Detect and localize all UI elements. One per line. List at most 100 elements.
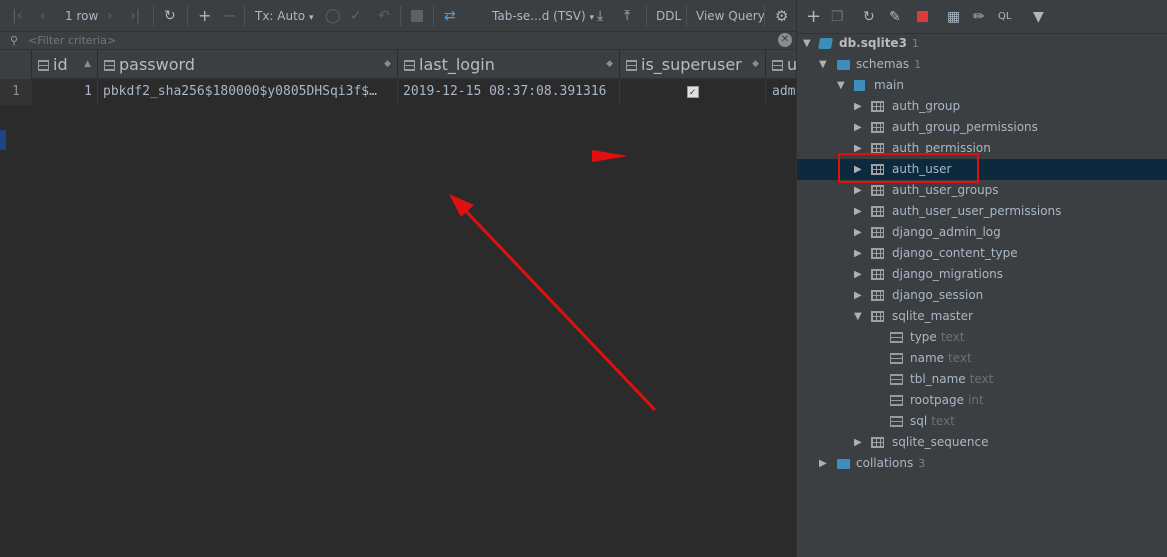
chevron-down-icon[interactable]: ▼	[803, 33, 811, 54]
column-name: name	[910, 351, 945, 365]
annotation-highlight-box	[838, 153, 979, 183]
tree-table-item[interactable]: ▶ django_content_type	[797, 243, 1167, 264]
table-name: auth_group_permissions	[892, 120, 1038, 134]
tree-table-item[interactable]: ▶ django_migrations	[797, 264, 1167, 285]
chevron-down-icon[interactable]: ▼	[819, 54, 827, 75]
database-count: 1	[911, 37, 919, 50]
table-icon	[871, 185, 884, 196]
database-name: db.sqlite3	[839, 36, 907, 50]
table-view-icon[interactable]: ▦	[947, 0, 960, 34]
schemas-label: schemas	[856, 57, 910, 71]
tree-table-item[interactable]: ▶ auth_group_permissions	[797, 117, 1167, 138]
schema-icon	[854, 80, 865, 91]
red-arrow-head-right	[592, 150, 628, 162]
column-entry: tbl_name text	[910, 369, 993, 390]
filter-icon[interactable]: ▼	[1033, 0, 1044, 34]
column-name: type	[910, 330, 937, 344]
column-type: text	[948, 351, 972, 365]
column-entry: sql text	[910, 411, 955, 432]
refresh-icon[interactable]: ↻	[863, 0, 875, 34]
duplicate-icon[interactable]: ❐	[831, 0, 844, 34]
database-icon	[818, 38, 833, 49]
edit-icon[interactable]: ✏	[973, 0, 985, 34]
table-icon	[871, 311, 884, 322]
column-entry: name text	[910, 348, 972, 369]
table-icon	[871, 269, 884, 280]
column-entry: rootpage int	[910, 390, 984, 411]
table-name: auth_user_groups	[892, 183, 999, 197]
tree-table-item[interactable]: ▶ auth_group	[797, 96, 1167, 117]
folder-icon	[837, 60, 850, 70]
table-icon	[871, 122, 884, 133]
chevron-down-icon[interactable]: ▼	[837, 75, 845, 96]
tree-column-item[interactable]: type text	[797, 327, 1167, 348]
tree-schema-main[interactable]: ▼ main	[797, 75, 1167, 96]
table-icon	[871, 206, 884, 217]
console-icon[interactable]: QL	[998, 0, 1011, 34]
column-type: text	[969, 372, 994, 386]
column-name: sql	[910, 414, 928, 428]
table-name: django_admin_log	[892, 225, 1001, 239]
data-editor-panel: |‹ ‹ 1 row › ›| ↻ + − Tx: Auto ▾ ◯ ✓ ↶ ⇄…	[0, 0, 796, 557]
table-icon	[871, 227, 884, 238]
table-name: django_session	[892, 288, 984, 302]
column-type: int	[968, 393, 984, 407]
table-name: sqlite_sequence	[892, 435, 989, 449]
folder-icon	[837, 459, 850, 469]
tree-schemas[interactable]: ▼ schemas 1	[797, 54, 1167, 75]
chevron-right-icon[interactable]: ▶	[819, 453, 827, 474]
chevron-right-icon[interactable]: ▶	[854, 180, 862, 201]
column-entry: type text	[910, 327, 965, 348]
stop-icon[interactable]	[917, 11, 928, 22]
column-icon	[890, 395, 903, 406]
table-name: django_content_type	[892, 246, 1018, 260]
table-icon	[871, 248, 884, 259]
table-name: django_migrations	[892, 267, 1004, 281]
properties-icon[interactable]: ✎	[889, 0, 901, 34]
annotation-arrows	[449, 150, 657, 412]
chevron-right-icon[interactable]: ▶	[854, 96, 862, 117]
add-icon[interactable]: +	[806, 0, 821, 34]
chevron-right-icon[interactable]: ▶	[854, 243, 862, 264]
table-name: auth_user_user_permissions	[892, 204, 1062, 218]
column-icon	[890, 332, 903, 343]
schema-label: main	[874, 78, 904, 92]
table-name: sqlite_master	[892, 309, 973, 323]
column-type: text	[940, 330, 965, 344]
chevron-down-icon[interactable]: ▼	[854, 306, 862, 327]
column-type: text	[931, 414, 955, 428]
collations-count: 3	[918, 457, 926, 470]
chevron-right-icon[interactable]: ▶	[854, 222, 862, 243]
tree-column-item[interactable]: rootpage int	[797, 390, 1167, 411]
chevron-right-icon[interactable]: ▶	[854, 264, 862, 285]
tree-table-item[interactable]: ▶ django_admin_log	[797, 222, 1167, 243]
chevron-right-icon[interactable]: ▶	[854, 117, 862, 138]
table-icon	[871, 437, 884, 448]
tree-table-item[interactable]: ▶ auth_user_user_permissions	[797, 201, 1167, 222]
column-icon	[890, 374, 903, 385]
chevron-right-icon[interactable]: ▶	[854, 432, 862, 453]
column-name: rootpage	[910, 393, 965, 407]
column-icon	[890, 416, 903, 427]
explorer-toolbar: + ❐ ↻ ✎ ▦ ✏ QL ▼	[797, 0, 1167, 34]
tree-column-item[interactable]: sql text	[797, 411, 1167, 432]
chevron-right-icon[interactable]: ▶	[854, 285, 862, 306]
tree-table-item[interactable]: ▼ sqlite_master	[797, 306, 1167, 327]
red-arrow-line	[460, 205, 657, 412]
database-explorer-panel: + ❐ ↻ ✎ ▦ ✏ QL ▼ ▼ db.sqlite3 1 ▼ schemas…	[796, 0, 1167, 557]
chevron-right-icon[interactable]: ▶	[854, 201, 862, 222]
table-icon	[871, 101, 884, 112]
table-icon	[871, 290, 884, 301]
tree-database[interactable]: ▼ db.sqlite3 1	[797, 33, 1167, 54]
tree-table-item[interactable]: ▶ sqlite_sequence	[797, 432, 1167, 453]
schemas-count: 1	[914, 58, 922, 71]
tree-table-item[interactable]: ▶ django_session	[797, 285, 1167, 306]
column-name: tbl_name	[910, 372, 966, 386]
tree-table-item[interactable]: ▶ auth_user_groups	[797, 180, 1167, 201]
column-icon	[890, 353, 903, 364]
tree-column-item[interactable]: name text	[797, 348, 1167, 369]
tree-collations[interactable]: ▶ collations 3	[797, 453, 1167, 474]
tree-column-item[interactable]: tbl_name text	[797, 369, 1167, 390]
table-name: auth_group	[892, 99, 961, 113]
collations-label: collations	[856, 456, 914, 470]
